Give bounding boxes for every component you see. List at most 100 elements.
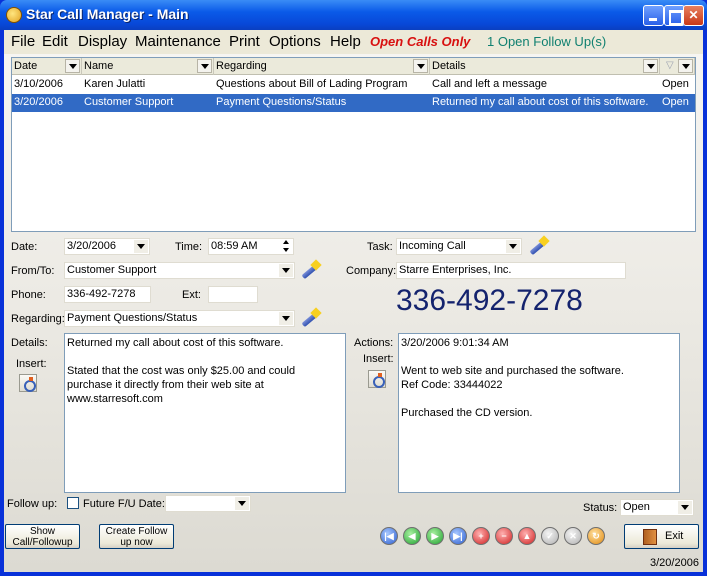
column-header-details[interactable]: Details [430,58,660,75]
ext-label: Ext: [182,289,201,301]
cell-status: Open [662,96,689,108]
chevron-down-icon[interactable] [279,312,293,325]
filter-dropdown-icon[interactable] [643,59,658,73]
details-memo[interactable]: Returned my call about cost of this soft… [64,333,346,493]
menu-edit[interactable]: Edit [42,33,68,50]
insert-timestamp-icon[interactable] [19,374,37,392]
future-fu-date-picker[interactable] [165,495,251,512]
create-followup-button[interactable]: Create Follow up now [99,524,174,549]
time-input[interactable]: 08:59 AM [208,238,294,255]
exit-button[interactable]: Exit [624,524,699,549]
exit-label: Exit [665,530,684,542]
column-header-status[interactable]: ▽ [660,58,695,75]
chevron-down-icon[interactable] [279,264,293,277]
calls-grid[interactable]: Date Name Regarding Details ▽ 3/10/2006 … [11,57,696,232]
close-icon: ✕ [688,8,699,22]
date-value: 3/20/2006 [67,240,116,252]
insert-timestamp-icon[interactable] [368,370,386,388]
large-phone-display: 336-492-7278 [396,284,583,317]
future-fu-label: Future F/U Date: [83,498,165,510]
open-calls-only-toggle[interactable]: Open Calls Only [370,34,470,49]
menu-maintenance[interactable]: Maintenance [135,33,221,50]
menu-help[interactable]: Help [330,33,361,50]
status-select[interactable]: Open [620,499,694,516]
company-label: Company: [346,265,397,277]
edit-contact-wand-icon[interactable] [299,259,322,281]
table-row-selected[interactable]: 3/20/2006 Customer Support Payment Quest… [12,94,695,112]
first-record-icon[interactable]: |◀ [380,527,398,545]
time-label: Time: [175,241,203,253]
company-value: Starre Enterprises, Inc. [399,264,512,276]
details-insert-label: Insert: [16,358,47,370]
cell-details: Returned my call about cost of this soft… [432,96,649,108]
chevron-down-icon[interactable] [235,497,249,510]
show-call-followup-button[interactable]: Show Call/Followup [5,524,80,549]
column-header-date[interactable]: Date [12,58,82,75]
previous-record-icon[interactable]: ◀ [403,527,421,545]
task-label: Task: [367,241,393,253]
actions-memo[interactable]: 3/20/2006 9:01:34 AM Went to web site an… [398,333,680,493]
chevron-down-icon[interactable] [678,501,692,514]
phone-field[interactable]: 336-492-7278 [64,286,151,303]
add-record-icon[interactable]: + [472,527,490,545]
menu-options[interactable]: Options [269,33,321,50]
spin-down-icon[interactable] [280,247,293,254]
chevron-down-icon[interactable] [506,240,520,253]
task-select[interactable]: Incoming Call [396,238,522,255]
next-record-icon[interactable]: ▶ [426,527,444,545]
date-picker[interactable]: 3/20/2006 [64,238,150,255]
cancel-record-icon[interactable]: ✕ [564,527,582,545]
main-window: Star Call Manager - Main ✕ File Edit Dis… [0,0,707,576]
actions-insert-label: Insert: [363,353,394,365]
menu-print[interactable]: Print [229,33,260,50]
future-fu-checkbox[interactable] [67,497,79,509]
column-header-details-label: Details [432,60,466,72]
chevron-down-icon[interactable] [134,240,148,253]
close-button[interactable]: ✕ [683,5,704,26]
window-title: Star Call Manager - Main [26,6,189,22]
last-record-icon[interactable]: ▶| [449,527,467,545]
cell-name: Karen Julatti [84,78,146,90]
spin-up-icon[interactable] [280,239,293,246]
client-area: File Edit Display Maintenance Print Opti… [4,30,703,572]
edit-task-wand-icon[interactable] [527,235,550,257]
filter-dropdown-icon[interactable] [65,59,80,73]
cell-status: Open [662,78,689,90]
title-bar[interactable]: Star Call Manager - Main ✕ [0,0,707,30]
column-header-regarding[interactable]: Regarding [214,58,430,75]
menu-display[interactable]: Display [78,33,127,50]
grid-header: Date Name Regarding Details ▽ [12,58,695,75]
filter-dropdown-icon[interactable] [197,59,212,73]
filter-dropdown-icon[interactable] [413,59,428,73]
regarding-select[interactable]: Payment Questions/Status [64,310,295,327]
minimize-button[interactable] [643,5,664,26]
column-header-name[interactable]: Name [82,58,214,75]
fromto-select[interactable]: Customer Support [64,262,295,279]
minimize-icon [644,6,663,25]
cell-regarding: Payment Questions/Status [216,96,347,108]
refresh-icon[interactable]: ↻ [587,527,605,545]
status-bar-date: 3/20/2006 [650,557,699,569]
cell-name: Customer Support [84,96,174,108]
maximize-icon [665,6,684,25]
maximize-button[interactable] [664,5,685,26]
company-field[interactable]: Starre Enterprises, Inc. [396,262,626,279]
column-header-name-label: Name [84,60,114,72]
column-header-regarding-label: Regarding [216,60,267,72]
menu-bar: File Edit Display Maintenance Print Opti… [4,30,703,54]
phone-value: 336-492-7278 [67,288,136,300]
ext-field[interactable] [208,286,258,303]
cell-regarding: Questions about Bill of Lading Program [216,78,408,90]
task-value: Incoming Call [399,240,466,252]
edit-record-icon[interactable]: ▲ [518,527,536,545]
details-label: Details: [11,337,48,349]
filter-dropdown-icon[interactable] [678,59,693,73]
followup-label: Follow up: [7,498,58,510]
open-followups-link[interactable]: 1 Open Follow Up(s) [487,34,606,49]
time-spinner[interactable] [280,239,293,254]
table-row[interactable]: 3/10/2006 Karen Julatti Questions about … [12,76,695,94]
post-record-icon[interactable]: ✓ [541,527,559,545]
edit-regarding-wand-icon[interactable] [299,307,322,329]
menu-file[interactable]: File [11,33,35,50]
delete-record-icon[interactable]: − [495,527,513,545]
